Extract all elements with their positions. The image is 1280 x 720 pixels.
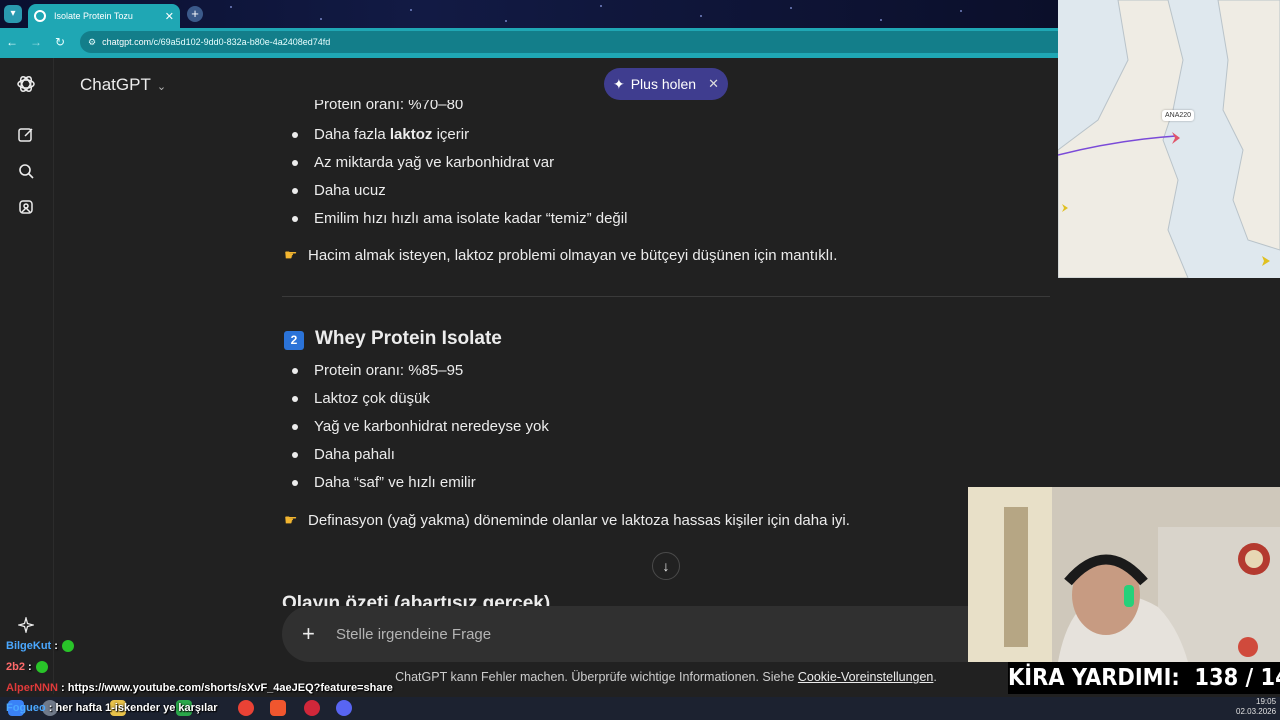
chat-message: BilgeKut : xyxy=(6,640,74,653)
rent-goal-counter: KİRA YARDIMI: 138 / 140 xyxy=(1008,662,1280,694)
bullet xyxy=(292,160,298,166)
flight-label: ANA220 xyxy=(1162,110,1195,121)
recommendation-note: ☛ Hacim almak isteyen, laktoz problemi ol… xyxy=(284,247,838,264)
list-item: Yağ ve karbonhidrat neredeyse yok xyxy=(314,418,549,435)
brave-icon[interactable] xyxy=(270,700,286,716)
upgrade-label: Plus holen xyxy=(630,76,697,92)
webcam-feed xyxy=(968,487,1280,662)
sidebar xyxy=(0,58,54,694)
conversation: Protein oranı: %70–80 Daha fazla laktoz … xyxy=(54,100,1058,606)
chrome-icon[interactable] xyxy=(238,700,254,716)
list-item: Daha fazla laktoz içerir xyxy=(314,126,470,143)
chatgpt-favicon-icon xyxy=(34,10,46,22)
discord-icon[interactable] xyxy=(336,700,352,716)
emote-icon xyxy=(61,640,74,653)
sparkle-icon: ✦ xyxy=(612,75,625,92)
prompt-input[interactable] xyxy=(336,625,836,643)
forward-icon[interactable]: → xyxy=(24,35,48,49)
sparkle-icon[interactable] xyxy=(15,614,37,636)
bullet xyxy=(292,424,298,430)
section-title: Whey Protein Isolate xyxy=(315,328,502,349)
chat-message: AlperNNN : https://www.youtube.com/short… xyxy=(6,682,393,694)
pointing-hand-icon: ☛ xyxy=(284,512,298,529)
cookie-preferences-link[interactable]: Cookie-Voreinstellungen xyxy=(798,670,934,684)
disclaimer: ChatGPT kann Fehler machen. Überprüfe wi… xyxy=(395,670,937,684)
bullet xyxy=(292,396,298,402)
bullet xyxy=(292,188,298,194)
brand-title: ChatGPT xyxy=(80,75,151,94)
url-path: /c/69a5d102-9dd0-832a-b80e-4a2408ed74fd xyxy=(151,37,331,47)
section-heading-partial: Olayın özeti (abartısız gerçek) xyxy=(282,593,551,606)
plus-icon[interactable]: + xyxy=(302,621,328,647)
bullet xyxy=(292,452,298,458)
list-item: Laktoz çok düşük xyxy=(314,390,430,407)
arrow-down-icon: ↓ xyxy=(662,558,670,574)
library-icon[interactable] xyxy=(15,196,37,218)
chevron-down-icon: ⌄ xyxy=(156,81,167,93)
system-clock: 19:05 02.03.2026 xyxy=(1236,697,1277,716)
site-info-icon[interactable]: ⚙ xyxy=(88,37,96,48)
toolbar-border xyxy=(0,56,1058,58)
address-bar[interactable]: ⚙ chatgpt.com/c/69a5d102-9dd0-832a-b80e-… xyxy=(80,31,1058,53)
chat-message: Fogueo : her hafta 1-iskender ye karşıla… xyxy=(6,702,218,714)
search-icon[interactable] xyxy=(15,160,37,182)
browser-tab-active[interactable]: Isolate Protein Tozu ✕ xyxy=(28,4,180,28)
scroll-to-bottom-button[interactable]: ↓ xyxy=(652,552,680,580)
list-item: Az miktarda yağ ve karbonhidrat var xyxy=(314,154,555,171)
list-item: Emilim hızı hızlı ama isolate kadar “tem… xyxy=(314,210,628,227)
bullet xyxy=(292,216,298,222)
list-item: Daha ucuz xyxy=(314,182,386,199)
list-item: Daha pahalı xyxy=(314,446,395,463)
chatgpt-logo-icon[interactable] xyxy=(15,73,37,95)
close-tab-icon[interactable]: ✕ xyxy=(165,10,174,23)
bullet xyxy=(292,480,298,486)
pointing-hand-icon: ☛ xyxy=(284,247,298,264)
list-item: Protein oranı: %85–95 xyxy=(314,362,464,379)
url-host: chatgpt.com xyxy=(102,37,152,47)
recommendation-note: ☛ Definasyon (yağ yakma) döneminde olanla… xyxy=(284,512,850,529)
new-tab-button[interactable]: + xyxy=(187,6,203,22)
close-icon[interactable]: ✕ xyxy=(708,76,719,92)
emote-icon xyxy=(35,661,48,674)
section-divider xyxy=(282,296,1050,297)
reload-icon[interactable]: ↻ xyxy=(48,35,72,49)
tab-search-button[interactable]: ▾ xyxy=(4,5,22,23)
section-number-badge: 2 xyxy=(284,331,304,350)
bullet xyxy=(292,132,298,138)
list-item: Daha “saf” ve hızlı emilir xyxy=(314,474,476,491)
partial-list-item: Protein oranı: %70–80 xyxy=(314,100,464,113)
model-selector[interactable]: ChatGPT ⌄ xyxy=(80,75,166,95)
app-icon[interactable] xyxy=(304,700,320,716)
chat-message: 2b2 : xyxy=(6,661,48,674)
composer: + xyxy=(282,606,972,662)
new-chat-icon[interactable] xyxy=(15,124,37,146)
flight-map-overlay: ANA220 xyxy=(1058,0,1280,278)
back-icon[interactable]: ← xyxy=(0,35,24,49)
map-graphic xyxy=(1058,0,1280,278)
webcam-overlay xyxy=(968,487,1280,662)
bullet xyxy=(292,368,298,374)
tab-title: Isolate Protein Tozu xyxy=(54,11,133,21)
upgrade-plus-button[interactable]: ✦ Plus holen ✕ xyxy=(604,68,728,100)
